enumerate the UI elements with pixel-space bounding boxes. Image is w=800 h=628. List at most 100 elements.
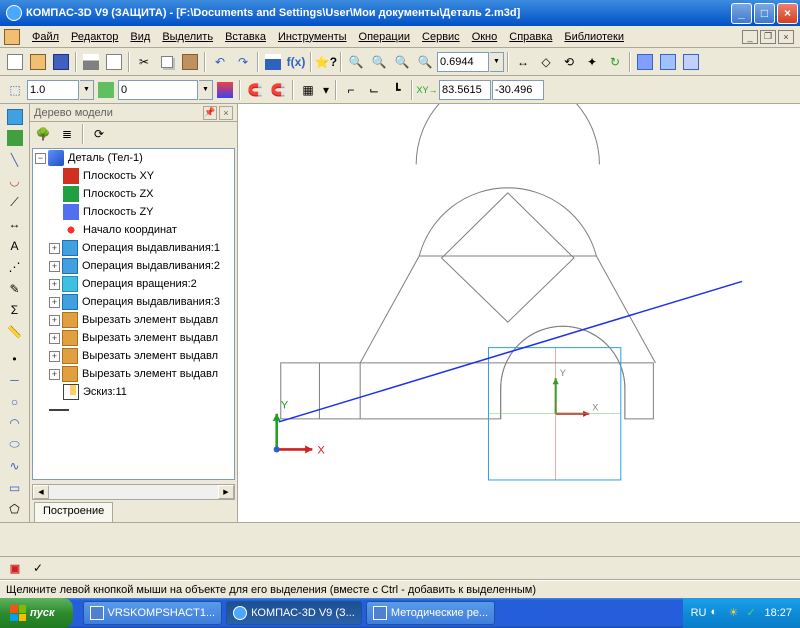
zoom-in-button[interactable]: 🔍 xyxy=(345,51,367,73)
tool-poly[interactable]: ⬠ xyxy=(3,500,27,520)
stop-button[interactable]: ▣ xyxy=(4,557,26,579)
style-button[interactable]: ⬚ xyxy=(4,79,26,101)
tray-lang[interactable]: RU xyxy=(691,607,707,619)
minimize-button[interactable]: _ xyxy=(731,3,752,24)
tree-op-5[interactable]: Вырезать элемент выдавл xyxy=(82,314,218,326)
coord-y-input[interactable] xyxy=(492,80,544,100)
menu-window[interactable]: Окно xyxy=(466,29,504,45)
coord-x-input[interactable] xyxy=(439,80,491,100)
menu-select[interactable]: Выделить xyxy=(156,29,219,45)
render-mode-2[interactable] xyxy=(657,51,679,73)
tool-circle[interactable]: ○ xyxy=(3,392,27,412)
zoom-prev-button[interactable]: ◇ xyxy=(535,51,557,73)
taskbar-item-3[interactable]: Методические ре... xyxy=(366,601,495,625)
menu-file[interactable]: Файл xyxy=(26,29,65,45)
panel-pin-button[interactable]: 📌 xyxy=(203,106,217,120)
mdi-restore[interactable]: ❐ xyxy=(760,30,776,44)
tree-mode-2[interactable]: ≣ xyxy=(56,123,78,145)
taskbar-item-2[interactable]: КОМПАС-3D V9 (З... xyxy=(226,601,362,625)
zoom-out-button[interactable]: 🔍 xyxy=(368,51,390,73)
tool-rect[interactable]: ▭ xyxy=(3,478,27,498)
tree-op-2[interactable]: Операция выдавливания:2 xyxy=(82,260,220,272)
layer-manage-button[interactable] xyxy=(214,79,236,101)
tool-sketch[interactable] xyxy=(3,107,27,127)
tool-measure[interactable]: ⟋ xyxy=(3,193,27,213)
layer-dropdown[interactable]: ▼ xyxy=(199,80,213,100)
tray-icon-2[interactable]: ☀ xyxy=(728,606,742,620)
tool-param[interactable]: Σ xyxy=(3,301,27,321)
style-input-1[interactable] xyxy=(27,80,79,100)
orbit-button[interactable]: ✦ xyxy=(581,51,603,73)
menu-view[interactable]: Вид xyxy=(124,29,156,45)
menu-tools[interactable]: Инструменты xyxy=(272,29,353,45)
tree-mode-1[interactable]: 🌳 xyxy=(32,123,54,145)
scroll-left-button[interactable]: ◀ xyxy=(33,485,49,499)
tool-dimension[interactable]: ↔ xyxy=(3,215,27,235)
pan-button[interactable]: ↔ xyxy=(512,51,534,73)
copy-button[interactable] xyxy=(156,51,178,73)
mdi-minimize[interactable]: _ xyxy=(742,30,758,44)
tree-op-7[interactable]: Вырезать элемент выдавл xyxy=(82,350,218,362)
local-cs-button[interactable]: ⌙ xyxy=(363,79,385,101)
render-mode-3[interactable] xyxy=(680,51,702,73)
paste-button[interactable] xyxy=(179,51,201,73)
taskbar-item-1[interactable]: VRSKOMPSHACT1... xyxy=(83,601,223,625)
grid-drop[interactable]: ▾ xyxy=(320,79,332,101)
tool-seg[interactable]: ─ xyxy=(3,371,27,391)
properties-button[interactable] xyxy=(262,51,284,73)
zoom-fit-button[interactable]: 🔍 xyxy=(414,51,436,73)
panel-close-button[interactable]: × xyxy=(219,106,233,120)
undo-button[interactable]: ↶ xyxy=(209,51,231,73)
fx-button[interactable]: f(x) xyxy=(285,51,307,73)
layer-input[interactable] xyxy=(118,80,198,100)
preview-button[interactable] xyxy=(103,51,125,73)
tree-op-6[interactable]: Вырезать элемент выдавл xyxy=(82,332,218,344)
save-button[interactable] xyxy=(50,51,72,73)
grid-button[interactable]: ▦ xyxy=(297,79,319,101)
menu-service[interactable]: Сервис xyxy=(416,29,466,45)
tool-ellipse[interactable]: ⬭ xyxy=(3,435,27,455)
tree-plane-xy[interactable]: Плоскость XY xyxy=(83,170,154,182)
tree-op-1[interactable]: Операция выдавливания:1 xyxy=(82,242,220,254)
tray-icon-1[interactable]: ◐ xyxy=(710,606,724,620)
print-button[interactable] xyxy=(80,51,102,73)
snap-1[interactable]: 🧲 xyxy=(244,79,266,101)
tab-build[interactable]: Построение xyxy=(34,502,113,522)
start-button[interactable]: пуск xyxy=(0,598,73,628)
tool-edit[interactable]: ✎ xyxy=(3,279,27,299)
tray-icon-3[interactable]: ✓ xyxy=(746,606,760,620)
rotate-button[interactable]: ⟲ xyxy=(558,51,580,73)
tree-origin[interactable]: Начало координат xyxy=(83,224,177,236)
apply-button[interactable]: ✓ xyxy=(27,557,49,579)
scroll-right-button[interactable]: ▶ xyxy=(218,485,234,499)
menu-libraries[interactable]: Библиотеки xyxy=(558,29,630,45)
tree-op-4[interactable]: Операция выдавливания:3 xyxy=(82,296,220,308)
snap-2[interactable]: 🧲 xyxy=(267,79,289,101)
tool-spline[interactable]: ∿ xyxy=(3,457,27,477)
layer-button[interactable] xyxy=(95,79,117,101)
render-mode-1[interactable] xyxy=(634,51,656,73)
tool-surface[interactable]: ◡ xyxy=(3,172,27,192)
zoom-dropdown[interactable]: ▼ xyxy=(490,52,504,72)
tree-hscroll[interactable]: ◀ ▶ xyxy=(32,484,235,500)
angle-button[interactable]: ┗ xyxy=(386,79,408,101)
tool-text[interactable]: A xyxy=(3,236,27,256)
close-button[interactable]: × xyxy=(777,3,798,24)
tool-part[interactable] xyxy=(3,129,27,149)
tool-hatch[interactable]: ⋰ xyxy=(3,258,27,278)
tree-sketch[interactable]: Эскиз:11 xyxy=(83,386,127,398)
tool-ruler[interactable]: 📏 xyxy=(3,322,27,342)
model-tree[interactable]: −Деталь (Тел-1) Плоскость XY Плоскость Z… xyxy=(32,148,235,480)
menu-help[interactable]: Справка xyxy=(503,29,558,45)
zoom-input[interactable] xyxy=(437,52,489,72)
tool-line[interactable]: ╲ xyxy=(3,150,27,170)
style-dropdown-1[interactable]: ▼ xyxy=(80,80,94,100)
menu-insert[interactable]: Вставка xyxy=(219,29,272,45)
model-canvas[interactable]: X Y X Y xyxy=(238,104,800,522)
tree-root[interactable]: Деталь (Тел-1) xyxy=(68,152,143,164)
help-button[interactable]: ⭐? xyxy=(315,51,337,73)
tree-plane-zy[interactable]: Плоскость ZY xyxy=(83,206,154,218)
ortho-button[interactable]: ⌐ xyxy=(340,79,362,101)
redo-button[interactable]: ↷ xyxy=(232,51,254,73)
open-button[interactable] xyxy=(27,51,49,73)
